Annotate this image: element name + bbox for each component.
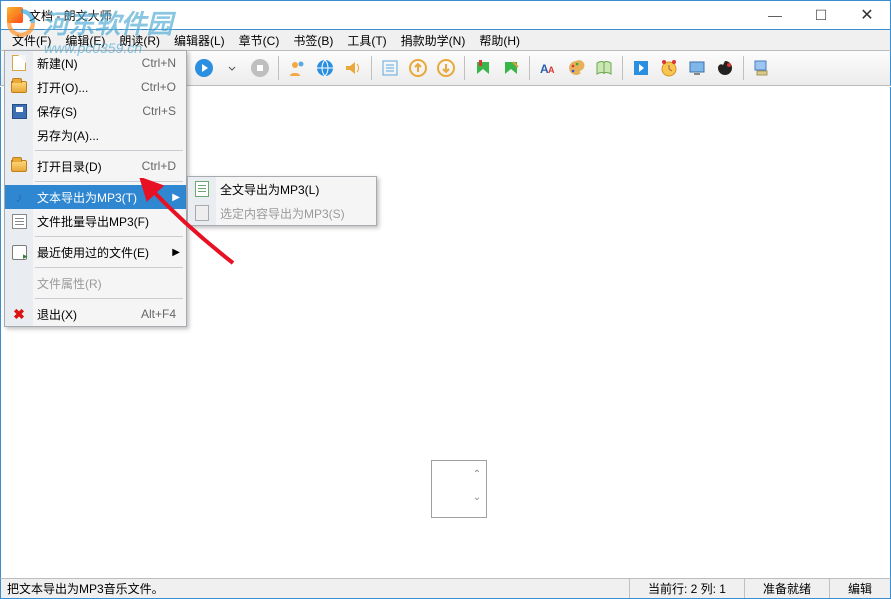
file-menu-item-8[interactable]: 文件批量导出MP3(F): [5, 209, 186, 233]
tb-bookmark-icon[interactable]: [470, 55, 496, 81]
menu-bookmark[interactable]: 书签(B): [286, 30, 340, 51]
status-position: 当前行: 2 列: 1: [629, 579, 744, 598]
menu-tools[interactable]: 工具(T): [340, 30, 393, 51]
tb-computer-icon[interactable]: [749, 55, 775, 81]
menu-edit[interactable]: 编辑(E): [58, 30, 112, 51]
tb-next-icon[interactable]: [628, 55, 654, 81]
spin-up-icon[interactable]: ⌃: [473, 469, 481, 480]
file-menu-label: 文件批量导出MP3(F): [37, 213, 149, 230]
svg-text:A: A: [548, 65, 555, 75]
menu-help[interactable]: 帮助(H): [472, 30, 527, 51]
tb-bookmark2-icon[interactable]: [498, 55, 524, 81]
file-menu-item-7[interactable]: ♪ 文本导出为MP3(T) ▶: [5, 185, 186, 209]
ic-doc-icon: [193, 180, 211, 198]
ic-exit-icon: ✖: [10, 305, 28, 323]
file-menu-item-10[interactable]: 最近使用过的文件(E) ▶: [5, 240, 186, 264]
file-menu-label: 保存(S): [37, 103, 133, 120]
toolbar-separator: [529, 56, 530, 80]
ic-music-icon: ♪: [10, 188, 28, 206]
file-menu-label: 最近使用过的文件(E): [37, 244, 149, 261]
ic-sel-icon: [193, 204, 211, 222]
ic-open-icon: [10, 78, 28, 96]
menu-file[interactable]: 文件(F): [5, 30, 58, 51]
toolbar-separator: [464, 56, 465, 80]
file-menu-shortcut: Ctrl+D: [142, 159, 176, 173]
toolbar-separator: [371, 56, 372, 80]
sub-menu-label: 选定内容导出为MP3(S): [220, 205, 360, 222]
menu-read[interactable]: 朗读(R): [112, 30, 167, 51]
ic-batch-icon: [10, 212, 28, 230]
tb-list-icon[interactable]: [377, 55, 403, 81]
file-menu-item-0[interactable]: 新建(N) Ctrl+N: [5, 51, 186, 75]
ic-open-icon: [10, 157, 28, 175]
tb-globe-icon[interactable]: [312, 55, 338, 81]
close-button[interactable]: ✕: [844, 1, 890, 29]
file-menu-item-1[interactable]: 打开(O)... Ctrl+O: [5, 75, 186, 99]
tb-play-icon[interactable]: [191, 55, 217, 81]
blank-icon: [10, 274, 28, 292]
file-menu-label: 打开目录(D): [37, 158, 133, 175]
title-bar: 文档 - 朗文大师 — ☐ ✕: [0, 0, 891, 30]
file-menu-shortcut: Ctrl+S: [142, 104, 176, 118]
tb-up-icon[interactable]: [405, 55, 431, 81]
file-menu-label: 文件属性(R): [37, 275, 133, 292]
file-menu-shortcut: Alt+F4: [141, 307, 176, 321]
tb-play-dropdown-icon[interactable]: [219, 55, 245, 81]
ic-recent-icon: [10, 243, 28, 261]
menu-bar: 文件(F) 编辑(E) 朗读(R) 编辑器(L) 章节(C) 书签(B) 工具(…: [0, 30, 891, 50]
tb-clock-icon[interactable]: [656, 55, 682, 81]
submenu-arrow-icon: ▶: [172, 247, 180, 258]
status-hint: 把文本导出为MP3音乐文件。: [1, 580, 629, 597]
file-menu-item-12: 文件属性(R): [5, 271, 186, 295]
minimize-button[interactable]: —: [752, 1, 798, 29]
tb-speaker-icon[interactable]: [340, 55, 366, 81]
ic-save-icon: [10, 102, 28, 120]
file-menu-label: 退出(X): [37, 306, 133, 323]
sub-menu-item-0[interactable]: 全文导出为MP3(L): [188, 177, 376, 201]
status-mode: 编辑: [829, 579, 890, 598]
menu-donate[interactable]: 捐款助学(N): [394, 30, 473, 51]
file-menu-item-3[interactable]: 另存为(A)...: [5, 123, 186, 147]
submenu-arrow-icon: ▶: [172, 192, 180, 203]
tb-swirl-icon[interactable]: [712, 55, 738, 81]
tb-monitor-icon[interactable]: [684, 55, 710, 81]
file-menu-item-2[interactable]: 保存(S) Ctrl+S: [5, 99, 186, 123]
tb-palette-icon[interactable]: [563, 55, 589, 81]
spin-down-icon[interactable]: ⌄: [473, 492, 481, 503]
sub-menu-label: 全文导出为MP3(L): [220, 181, 360, 198]
sub-menu-item-1: 选定内容导出为MP3(S): [188, 201, 376, 225]
app-icon: [7, 7, 23, 23]
toolbar-separator: [278, 56, 279, 80]
tb-stop-icon[interactable]: [247, 55, 273, 81]
ic-new-icon: [10, 54, 28, 72]
export-mp3-submenu: 全文导出为MP3(L) 选定内容导出为MP3(S): [187, 176, 377, 226]
tb-book-icon[interactable]: [591, 55, 617, 81]
tb-down-icon[interactable]: [433, 55, 459, 81]
toolbar-separator: [743, 56, 744, 80]
menu-editor[interactable]: 编辑器(L): [167, 30, 232, 51]
toolbar-separator: [622, 56, 623, 80]
blank-icon: [10, 126, 28, 144]
file-menu-label: 另存为(A)...: [37, 127, 133, 144]
menu-chapter[interactable]: 章节(C): [232, 30, 287, 51]
maximize-button[interactable]: ☐: [798, 1, 844, 29]
float-panel[interactable]: ⌃ ⌄: [431, 460, 487, 518]
tb-font-icon[interactable]: AA: [535, 55, 561, 81]
file-menu-shortcut: Ctrl+O: [141, 80, 176, 94]
tb-voice-icon[interactable]: [284, 55, 310, 81]
file-menu-label: 新建(N): [37, 55, 133, 72]
status-ready: 准备就绪: [744, 579, 829, 598]
status-bar: 把文本导出为MP3音乐文件。 当前行: 2 列: 1 准备就绪 编辑: [0, 578, 891, 599]
file-menu-label: 打开(O)...: [37, 79, 133, 96]
file-menu-shortcut: Ctrl+N: [142, 56, 176, 70]
file-menu-label: 文本导出为MP3(T): [37, 189, 137, 206]
window-title: 文档 - 朗文大师: [29, 7, 112, 24]
file-menu-item-14[interactable]: ✖ 退出(X) Alt+F4: [5, 302, 186, 326]
file-menu-item-5[interactable]: 打开目录(D) Ctrl+D: [5, 154, 186, 178]
file-menu: 新建(N) Ctrl+N 打开(O)... Ctrl+O 保存(S) Ctrl+S 另存为(…: [4, 50, 187, 327]
